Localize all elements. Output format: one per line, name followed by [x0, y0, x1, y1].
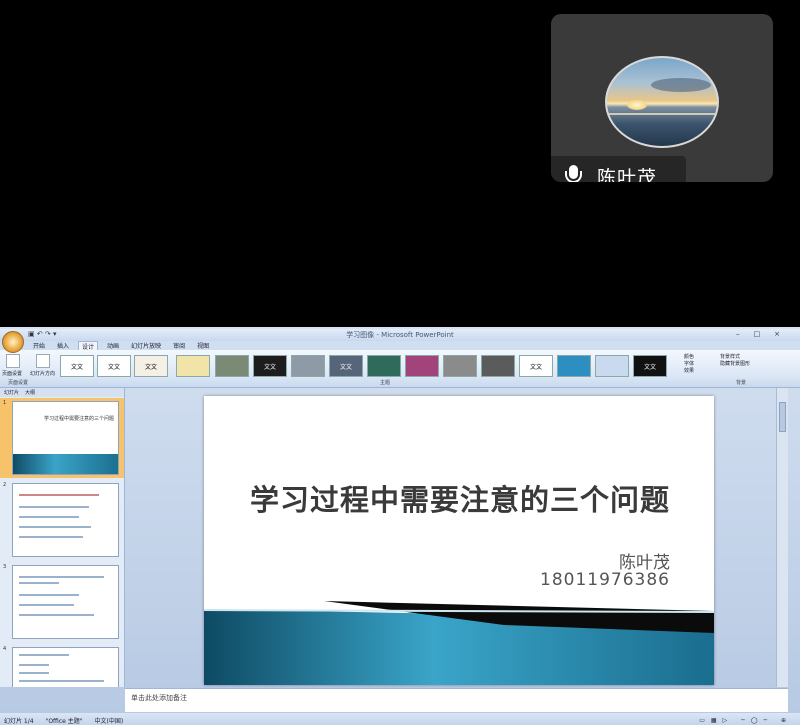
- slide-counter: 幻灯片 1/4: [4, 717, 34, 725]
- current-slide[interactable]: 学习过程中需要注意的三个问题 陈叶茂 18011976386: [204, 396, 714, 685]
- theme-thumbnail[interactable]: [367, 355, 401, 377]
- video-call-screen: 陈叶茂 ▣ ↶ ↷ ▾ 学习图像 - Microsoft PowerPoint …: [0, 0, 800, 725]
- theme-thumbnail[interactable]: 文文: [60, 355, 94, 377]
- workspace: 幻灯片 大纲 1 学习过程中需要注意的三个问题 2 3 4 学习过程中需要注意的…: [0, 388, 800, 725]
- hide-background-checkbox[interactable]: 隐藏背景图形: [720, 361, 750, 368]
- page-setup-label: 页面设置: [2, 371, 23, 377]
- fonts-button[interactable]: 字体: [684, 361, 694, 368]
- slide-thumbnail-row[interactable]: 4: [0, 644, 124, 687]
- page-setup-group-label: 页面设置: [8, 380, 29, 386]
- tab-animations[interactable]: 动画: [104, 341, 122, 350]
- participant-name-bar: 陈叶茂: [551, 156, 686, 182]
- slide-title[interactable]: 学习过程中需要注意的三个问题: [230, 484, 670, 516]
- scrollbar-thumb[interactable]: [779, 402, 786, 432]
- office-button[interactable]: [2, 331, 24, 353]
- slide-thumbnail-row[interactable]: 3: [0, 562, 124, 642]
- thumbnail-title: 学习过程中需要注意的三个问题: [43, 416, 114, 422]
- slide-thumbnail-row[interactable]: 2: [0, 480, 124, 560]
- ribbon-tabs: 开始 插入 设计 动画 幻灯片放映 审阅 视图: [0, 340, 800, 351]
- avatar-sun: [627, 100, 647, 110]
- slide-phone[interactable]: 18011976386: [540, 570, 670, 590]
- slide-wave-decoration: [204, 601, 714, 685]
- thumbnail-number: 1: [3, 400, 7, 406]
- panel-tabs: 幻灯片 大纲: [0, 388, 124, 397]
- ribbon: 页面设置 幻灯片方向 页面设置 文文 文文 文文 文文 文文 文文 文文 主题 …: [0, 350, 800, 388]
- view-buttons[interactable]: ▭▦▷ ─◯─ ⊕: [699, 717, 800, 724]
- thumbnail-number: 4: [3, 646, 7, 652]
- theme-thumbnail[interactable]: 文文: [519, 355, 553, 377]
- themes-group-label: 主题: [380, 380, 391, 386]
- theme-thumbnail[interactable]: [557, 355, 591, 377]
- theme-thumbnail[interactable]: [176, 355, 210, 377]
- theme-options: 颜色 字体 效果: [684, 354, 694, 375]
- theme-thumbnail[interactable]: 文文: [97, 355, 131, 377]
- theme-thumbnail[interactable]: [481, 355, 515, 377]
- slide-thumbnail[interactable]: 学习过程中需要注意的三个问题: [12, 401, 119, 475]
- page-setup-button[interactable]: [6, 354, 20, 368]
- slide-editing-area: 学习过程中需要注意的三个问题 陈叶茂 18011976386: [125, 388, 788, 687]
- status-bar: 幻灯片 1/4 "Office 主题" 中文(中国) ▭▦▷ ─◯─ ⊕: [0, 713, 800, 725]
- avatar-horizon: [607, 113, 717, 115]
- slide-thumbnail[interactable]: [12, 565, 119, 639]
- thumbnail-number: 3: [3, 564, 7, 570]
- tab-home[interactable]: 开始: [30, 341, 48, 350]
- slide-thumbnail-row[interactable]: 1 学习过程中需要注意的三个问题: [0, 398, 124, 478]
- slide-thumbnail[interactable]: [12, 483, 119, 557]
- tab-design[interactable]: 设计: [78, 340, 99, 351]
- background-group-label: 背景: [736, 380, 747, 386]
- language-indicator: 中文(中国): [94, 717, 124, 725]
- tab-view[interactable]: 视图: [194, 341, 212, 350]
- participant-name: 陈叶茂: [597, 166, 658, 183]
- background-styles-button[interactable]: 背景样式: [720, 354, 750, 361]
- tab-slides[interactable]: 幻灯片: [4, 389, 19, 396]
- background-options: 背景样式 隐藏背景图形: [720, 354, 750, 368]
- slide-orientation-button[interactable]: [36, 354, 50, 368]
- tab-slideshow[interactable]: 幻灯片放映: [128, 341, 164, 350]
- participant-tile[interactable]: 陈叶茂: [551, 14, 773, 182]
- theme-thumbnail[interactable]: 文文: [329, 355, 363, 377]
- sunset-ocean-avatar: [605, 56, 719, 148]
- theme-thumbnail[interactable]: 文文: [134, 355, 168, 377]
- theme-thumbnail[interactable]: 文文: [253, 355, 287, 377]
- slide-thumbnail[interactable]: [12, 647, 119, 687]
- microphone-icon[interactable]: [565, 165, 582, 182]
- notes-pane[interactable]: 单击此处添加备注: [125, 688, 788, 712]
- tab-outline[interactable]: 大纲: [25, 389, 35, 396]
- title-bar: ▣ ↶ ↷ ▾ 学习图像 - Microsoft PowerPoint –□×: [0, 329, 800, 353]
- theme-name: "Office 主题": [45, 717, 83, 725]
- avatar-cloud: [651, 78, 711, 92]
- shared-powerpoint-window: ▣ ↶ ↷ ▾ 学习图像 - Microsoft PowerPoint –□× …: [0, 327, 800, 725]
- tab-insert[interactable]: 插入: [54, 341, 72, 350]
- theme-thumbnail[interactable]: 文文: [633, 355, 667, 377]
- slides-panel: 幻灯片 大纲 1 学习过程中需要注意的三个问题 2 3 4: [0, 388, 125, 687]
- window-controls[interactable]: –□×: [736, 330, 794, 338]
- slide-orientation-label: 幻灯片方向: [30, 371, 56, 377]
- theme-thumbnail[interactable]: [291, 355, 325, 377]
- theme-thumbnail[interactable]: [405, 355, 439, 377]
- window-title: 学习图像 - Microsoft PowerPoint: [346, 331, 454, 339]
- colors-button[interactable]: 颜色: [684, 354, 694, 361]
- theme-thumbnail[interactable]: [595, 355, 629, 377]
- tab-review[interactable]: 审阅: [170, 341, 188, 350]
- effects-button[interactable]: 效果: [684, 368, 694, 375]
- theme-thumbnail[interactable]: [215, 355, 249, 377]
- vertical-scrollbar[interactable]: [776, 388, 788, 687]
- theme-thumbnail[interactable]: [443, 355, 477, 377]
- thumbnail-number: 2: [3, 482, 7, 488]
